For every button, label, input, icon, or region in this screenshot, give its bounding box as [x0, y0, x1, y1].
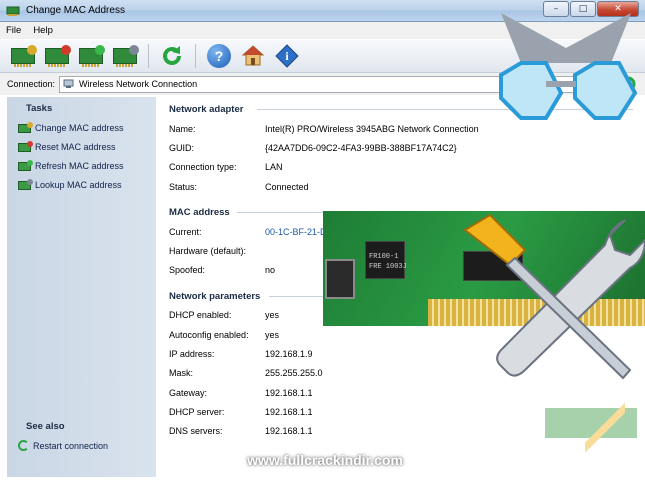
status-label: Status: — [169, 182, 198, 192]
refresh-arrow-icon — [163, 46, 181, 65]
toolbar-help-button[interactable]: ? — [204, 42, 234, 70]
hardware-mac-label: Hardware (default): — [169, 246, 247, 256]
menu-file[interactable]: File — [6, 25, 21, 36]
chip-label: FR100-1 — [369, 253, 399, 261]
connection-type-label: Connection type: — [169, 162, 237, 172]
tools-icon — [463, 213, 645, 380]
autoconfig-label: Autoconfig enabled: — [169, 330, 249, 340]
current-mac-label: Current: — [169, 227, 202, 237]
gateway-value: 192.168.1.1 — [265, 388, 313, 398]
info-icon: i — [275, 44, 299, 68]
mask-label: Mask: — [169, 368, 194, 378]
connection-type-value: LAN — [265, 162, 283, 172]
task-refresh-mac-address[interactable]: Refresh MAC address — [18, 159, 124, 171]
task-label: Refresh MAC address — [35, 161, 124, 171]
connection-label: Connection: — [7, 79, 56, 89]
mask-value: 255.255.255.0 — [265, 368, 323, 378]
ip-address-value: 192.168.1.9 — [265, 349, 313, 359]
toolbar-home-button[interactable] — [238, 42, 268, 70]
connection-selected: Wireless Network Connection — [79, 79, 198, 89]
dhcp-enabled-value: yes — [265, 310, 280, 320]
network-card-reset-icon — [18, 140, 33, 152]
network-card-pencil-icon — [11, 45, 37, 67]
task-label: Reset MAC address — [35, 142, 116, 152]
guid-value: {42AA7DD6-09C2-4FA3-99BB-388BF17A74C2} — [265, 143, 457, 153]
see-also-title: See also — [26, 421, 65, 432]
network-card-pencil-icon — [18, 121, 33, 133]
task-label: Change MAC address — [35, 123, 124, 133]
network-parameters-title: Network parameters — [169, 291, 261, 302]
dhcp-enabled-label: DHCP enabled: — [169, 310, 232, 320]
toolbar-separator — [195, 44, 196, 68]
restart-icon — [18, 440, 29, 451]
faded-logo-overlay — [545, 398, 637, 470]
task-lookup-mac-address[interactable]: Lookup MAC address — [18, 178, 122, 190]
name-label: Name: — [169, 124, 196, 134]
toolbar-about-button[interactable]: i — [272, 42, 302, 70]
status-value: Connected — [265, 182, 309, 192]
network-connection-icon — [63, 79, 74, 88]
task-label: Lookup MAC address — [35, 180, 122, 190]
mac-address-title: MAC address — [169, 207, 230, 218]
home-icon — [241, 45, 265, 66]
watermark-text: www.fullcrackindir.com — [247, 452, 403, 468]
network-adapter-title: Network adapter — [169, 104, 244, 115]
autoconfig-value: yes — [265, 330, 280, 340]
spoofed-value: no — [265, 265, 276, 275]
logo-icon — [499, 13, 638, 120]
network-card-lookup-icon — [18, 178, 33, 190]
dhcp-server-value: 192.168.1.1 — [265, 407, 313, 417]
ip-address-label: IP address: — [169, 349, 215, 359]
network-card-refresh-icon — [79, 45, 105, 67]
toolbar-separator — [148, 44, 149, 68]
window-title: Change MAC Address — [26, 5, 125, 16]
tasks-panel: Tasks Change MAC address Reset MAC addre… — [7, 97, 156, 477]
menu-help[interactable]: Help — [33, 25, 53, 36]
guid-label: GUID: — [169, 143, 195, 153]
network-card-reset-icon — [45, 45, 71, 67]
current-mac-value[interactable]: 00-1C-BF-21-D — [265, 227, 327, 237]
dns-servers-value: 192.168.1.1 — [265, 426, 313, 436]
toolbar-lookup-mac-button[interactable] — [110, 42, 140, 70]
app-icon — [6, 6, 20, 16]
name-value: Intel(R) PRO/Wireless 3945ABG Network Co… — [265, 124, 479, 134]
rj45-port — [325, 259, 355, 299]
task-reset-mac-address[interactable]: Reset MAC address — [18, 140, 116, 152]
toolbar-reset-mac-button[interactable] — [42, 42, 72, 70]
toolbar-restart-button[interactable] — [157, 42, 187, 70]
network-card-refresh-icon — [18, 159, 33, 171]
toolbar-change-mac-button[interactable] — [8, 42, 38, 70]
question-icon: ? — [207, 44, 231, 68]
gateway-label: Gateway: — [169, 388, 208, 398]
tasks-title: Tasks — [26, 103, 53, 114]
task-restart-connection[interactable]: Restart connection — [18, 440, 108, 451]
dns-servers-label: DNS servers: — [169, 426, 223, 436]
spoofed-label: Spoofed: — [169, 265, 206, 275]
task-change-mac-address[interactable]: Change MAC address — [18, 121, 124, 133]
dhcp-server-label: DHCP server: — [169, 407, 225, 417]
network-card-lookup-icon — [113, 45, 139, 67]
chip-label: FRE 1003J — [369, 263, 407, 271]
toolbar-refresh-mac-button[interactable] — [76, 42, 106, 70]
task-label: Restart connection — [33, 440, 109, 451]
